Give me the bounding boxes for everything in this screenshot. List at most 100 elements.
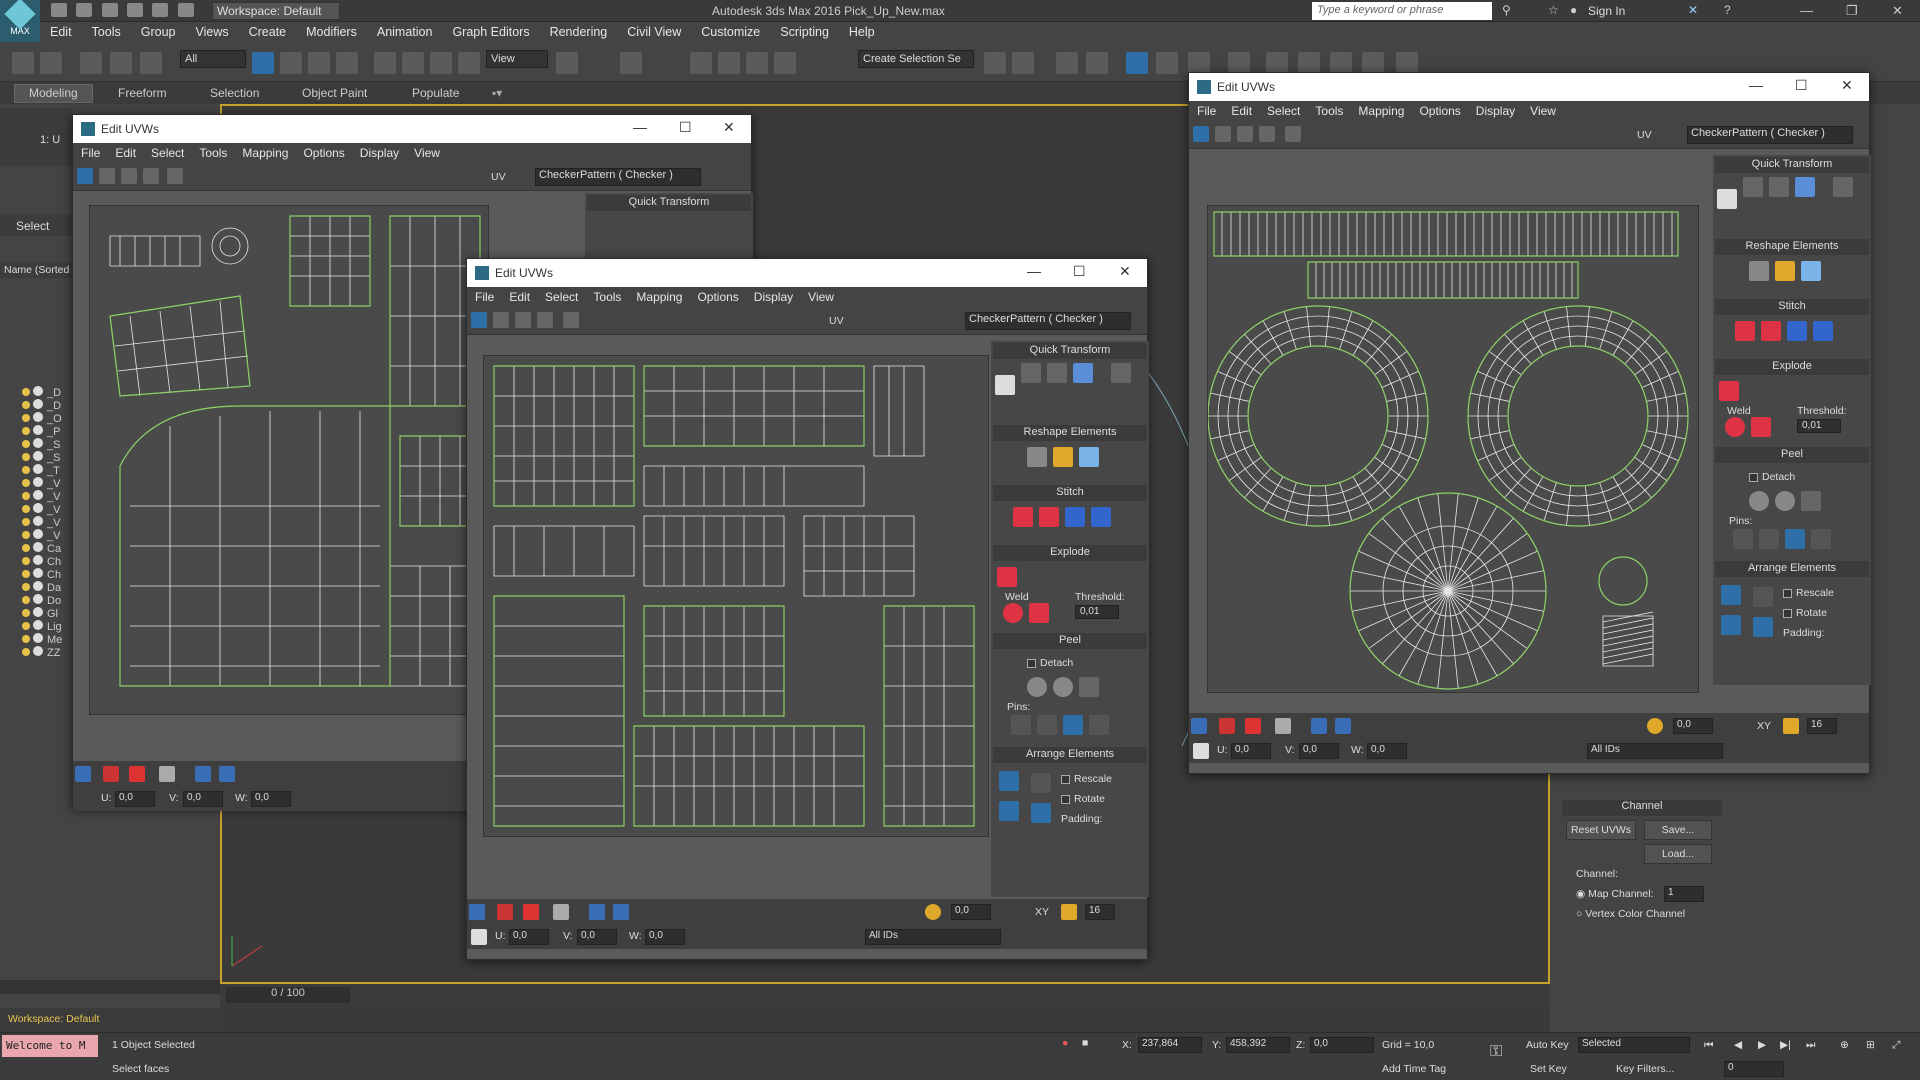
x-coordinate[interactable]: 237,864 xyxy=(1138,1037,1202,1053)
stitch-header[interactable]: Stitch xyxy=(993,485,1147,501)
sign-in-button[interactable]: Sign In xyxy=(1588,4,1625,18)
close-icon[interactable]: ✕ xyxy=(1119,263,1131,280)
quick-peel-icon[interactable] xyxy=(1749,491,1769,511)
texture-dropdown[interactable]: CheckerPattern ( Checker ) xyxy=(535,168,701,186)
binoculars-icon[interactable]: ⚲ xyxy=(1502,3,1511,17)
select-object-button[interactable] xyxy=(252,52,274,74)
shrink-select-icon[interactable] xyxy=(219,766,235,782)
grow-select-icon[interactable] xyxy=(1311,718,1327,734)
search-input[interactable]: Type a keyword or phrase xyxy=(1312,2,1492,20)
workspace-dropdown[interactable]: Workspace: Default xyxy=(212,2,340,20)
falloff-spinner[interactable]: 0,0 xyxy=(951,904,991,920)
exchange-icon[interactable]: ✕ xyxy=(1688,3,1698,17)
mirror-tool-icon[interactable] xyxy=(563,312,579,328)
window-crossing-button[interactable] xyxy=(336,52,358,74)
scale-tool-icon[interactable] xyxy=(1237,126,1253,142)
maximize-icon[interactable]: ❐ xyxy=(1846,3,1858,19)
menu-tools[interactable]: Tools xyxy=(191,143,234,160)
pack-together-icon[interactable] xyxy=(1721,615,1741,635)
vertex-mode-icon[interactable] xyxy=(469,904,485,920)
rotate-tool-icon[interactable] xyxy=(1215,126,1231,142)
bulb-icon[interactable] xyxy=(22,427,30,435)
unlink-button[interactable] xyxy=(110,52,132,74)
undo-icon[interactable] xyxy=(127,3,144,17)
pivot-button[interactable] xyxy=(556,52,578,74)
rotate-button[interactable] xyxy=(402,52,424,74)
align-horizontal-icon[interactable] xyxy=(1743,177,1763,197)
uv-editor-canvas[interactable] xyxy=(1207,205,1699,693)
add-time-tag[interactable]: Add Time Tag xyxy=(1382,1063,1446,1075)
isolate-icon[interactable]: ● xyxy=(1062,1037,1068,1049)
set-pivot-icon[interactable] xyxy=(995,375,1015,395)
soft-select-icon[interactable] xyxy=(925,904,941,920)
settings-icon[interactable] xyxy=(471,929,487,945)
grow-select-icon[interactable] xyxy=(195,766,211,782)
w-field[interactable]: 0,0 xyxy=(1367,743,1407,759)
maximize-icon[interactable]: ☐ xyxy=(1073,263,1086,280)
falloff-spinner[interactable]: 0,0 xyxy=(1673,718,1713,734)
menu-mapping[interactable]: Mapping xyxy=(628,287,689,304)
toggle-ribbon-button[interactable] xyxy=(1086,52,1108,74)
menu-file[interactable]: File xyxy=(1189,101,1223,118)
menu-select[interactable]: Select xyxy=(143,143,191,160)
w-field[interactable]: 0,0 xyxy=(645,929,685,945)
texture-dropdown[interactable]: CheckerPattern ( Checker ) xyxy=(965,312,1131,330)
redo-icon[interactable] xyxy=(152,3,169,17)
save-button[interactable]: Save... xyxy=(1644,820,1712,840)
u-field[interactable]: 0,0 xyxy=(1231,743,1271,759)
menu-display[interactable]: Display xyxy=(1468,101,1522,118)
reshape-elements-header[interactable]: Reshape Elements xyxy=(993,425,1147,441)
v-field[interactable]: 0,0 xyxy=(183,791,223,807)
xy-label[interactable]: XY xyxy=(1035,906,1049,918)
minimize-icon[interactable]: — xyxy=(1800,3,1813,18)
w-field[interactable]: 0,0 xyxy=(251,791,291,807)
menu-select[interactable]: Select xyxy=(1259,101,1307,118)
lock-icon[interactable]: ■ xyxy=(1082,1037,1088,1049)
percent-snap-button[interactable] xyxy=(746,52,768,74)
bulb-icon[interactable] xyxy=(22,583,30,591)
map-channel-radio[interactable]: ◉ Map Channel: xyxy=(1576,888,1653,900)
menu-modifiers[interactable]: Modifiers xyxy=(296,22,367,39)
settings-icon[interactable] xyxy=(1193,743,1209,759)
pack-together-icon[interactable] xyxy=(999,801,1019,821)
face-mode-icon[interactable] xyxy=(523,904,539,920)
menu-mapping[interactable]: Mapping xyxy=(234,143,295,160)
menu-display[interactable]: Display xyxy=(352,143,406,160)
spinner-snap-button[interactable] xyxy=(774,52,796,74)
ids-dropdown[interactable]: All IDs xyxy=(1587,743,1723,759)
peel-mode-icon[interactable] xyxy=(1053,677,1073,697)
grid-spinner[interactable]: 16 xyxy=(1085,904,1115,920)
help-icon[interactable]: ? xyxy=(1724,3,1731,17)
straighten-icon[interactable] xyxy=(1749,261,1769,281)
frame-readout[interactable]: 0 / 100 xyxy=(226,987,350,1003)
mirror-tool-icon[interactable] xyxy=(167,168,183,184)
pack-recursive-icon[interactable] xyxy=(1753,617,1773,637)
element-mode-icon[interactable] xyxy=(1275,718,1291,734)
select-pinned-icon[interactable] xyxy=(1811,529,1831,549)
edge-mode-icon[interactable] xyxy=(1219,718,1235,734)
workspace-footer-label[interactable]: Workspace: Default xyxy=(8,1013,99,1025)
auto-pin-icon[interactable] xyxy=(1063,715,1083,735)
select-by-name-button[interactable] xyxy=(280,52,302,74)
maximize-icon[interactable]: ☐ xyxy=(679,119,692,136)
close-icon[interactable]: ✕ xyxy=(723,119,735,136)
bulb-icon[interactable] xyxy=(22,648,30,656)
pack-custom-icon[interactable] xyxy=(999,771,1019,791)
rotate-checkbox[interactable]: Rotate xyxy=(1783,607,1827,619)
snaps-toggle-button[interactable] xyxy=(690,52,712,74)
face-mode-icon[interactable] xyxy=(129,766,145,782)
rotate-tool-icon[interactable] xyxy=(493,312,509,328)
bulb-icon[interactable] xyxy=(22,401,30,409)
menu-select[interactable]: Select xyxy=(537,287,585,304)
edge-mode-icon[interactable] xyxy=(103,766,119,782)
menu-options[interactable]: Options xyxy=(1411,101,1467,118)
quick-transform-header[interactable]: Quick Transform xyxy=(1715,157,1869,173)
reset-uvws-button[interactable]: Reset UVWs xyxy=(1566,820,1636,840)
space-horizontal-icon[interactable] xyxy=(1111,363,1131,383)
time-slider[interactable]: 0 / 100 xyxy=(220,984,1550,1008)
menu-file[interactable]: File xyxy=(73,143,107,160)
menu-scripting[interactable]: Scripting xyxy=(770,22,839,39)
space-horizontal-icon[interactable] xyxy=(1833,177,1853,197)
edge-mode-icon[interactable] xyxy=(497,904,513,920)
new-file-icon[interactable] xyxy=(51,3,67,17)
